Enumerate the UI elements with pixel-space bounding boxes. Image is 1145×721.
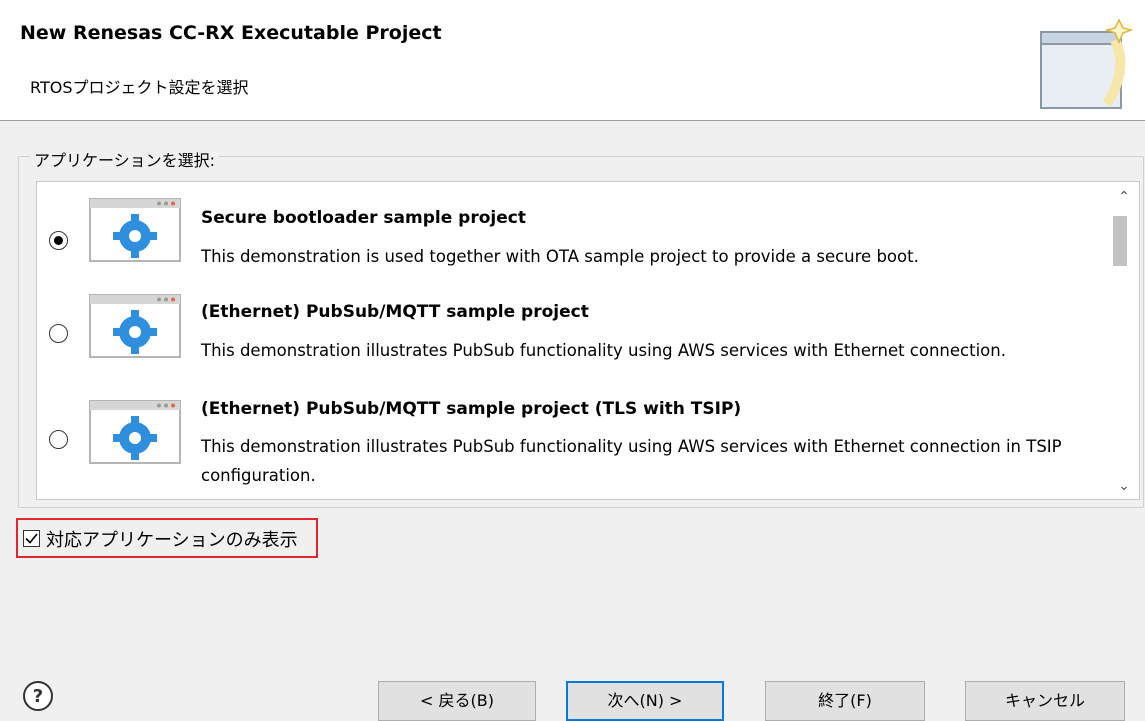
finish-button[interactable]: 終了(F) bbox=[765, 681, 925, 721]
list-item[interactable]: (Ethernet) PubSub/MQTT sample project (T… bbox=[37, 388, 1107, 488]
list-item[interactable]: (Ethernet) PubSub/MQTT sample project Th… bbox=[37, 288, 1107, 388]
application-title: (Ethernet) PubSub/MQTT sample project (T… bbox=[201, 399, 742, 419]
application-description: This demonstration is used together with… bbox=[201, 247, 919, 266]
filter-option[interactable]: 対応アプリケーションのみ表示 bbox=[16, 518, 318, 558]
scroll-thumb[interactable] bbox=[1113, 216, 1127, 266]
list-scrollbar[interactable]: ⌃ ⌄ bbox=[1109, 182, 1139, 499]
back-button[interactable]: < 戻る(B) bbox=[378, 681, 536, 721]
svg-text:?: ? bbox=[33, 686, 43, 707]
application-radio[interactable] bbox=[49, 231, 68, 250]
scroll-up-icon[interactable]: ⌃ bbox=[1109, 186, 1139, 208]
dialog-title: New Renesas CC-RX Executable Project bbox=[20, 22, 442, 44]
application-description: This demonstration illustrates PubSub fu… bbox=[201, 341, 1006, 360]
dialog-header: New Renesas CC-RX Executable Project RTO… bbox=[0, 0, 1145, 121]
filter-checkbox[interactable] bbox=[23, 530, 40, 547]
application-radio[interactable] bbox=[49, 324, 68, 343]
filter-label: 対応アプリケーションのみ表示 bbox=[46, 530, 298, 551]
application-radio[interactable] bbox=[49, 430, 68, 449]
help-icon[interactable]: ? bbox=[22, 680, 54, 712]
next-button[interactable]: 次へ(N) > bbox=[566, 681, 724, 721]
list-item[interactable]: Secure bootloader sample project This de… bbox=[37, 188, 1107, 288]
cancel-button[interactable]: キャンセル bbox=[965, 681, 1125, 721]
application-description: This demonstration illustrates PubSub fu… bbox=[201, 437, 1062, 485]
gear-window-icon bbox=[89, 198, 181, 262]
gear-window-icon bbox=[89, 400, 181, 464]
wizard-banner-icon bbox=[1040, 18, 1134, 109]
gear-window-icon bbox=[89, 294, 181, 358]
checkmark-icon bbox=[25, 533, 38, 544]
application-title: (Ethernet) PubSub/MQTT sample project bbox=[201, 302, 589, 322]
application-title: Secure bootloader sample project bbox=[201, 208, 526, 228]
scroll-down-icon[interactable]: ⌄ bbox=[1109, 475, 1139, 497]
application-group-label: アプリケーションを選択: bbox=[30, 147, 220, 171]
dialog-subtitle: RTOSプロジェクト設定を選択 bbox=[30, 78, 249, 97]
application-list[interactable]: Secure bootloader sample project This de… bbox=[36, 181, 1140, 500]
